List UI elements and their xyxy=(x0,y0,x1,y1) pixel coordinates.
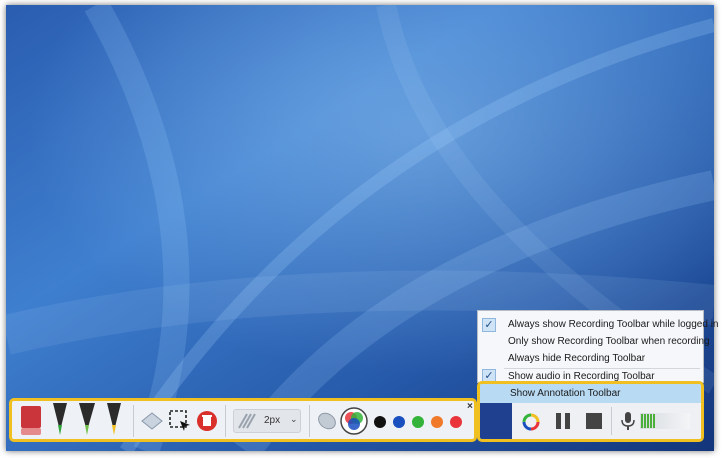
highlighter-yellow-icon[interactable] xyxy=(104,403,124,437)
microphone-icon[interactable] xyxy=(620,411,636,431)
menu-item-always-hide[interactable]: Always hide Recording Toolbar xyxy=(478,351,703,367)
color-orange[interactable] xyxy=(431,416,443,428)
recording-toolbar: Show Annotation Toolbar xyxy=(477,381,704,442)
separator xyxy=(133,405,134,437)
color-blue[interactable] xyxy=(393,416,405,428)
selection-cursor-icon[interactable] xyxy=(168,409,192,433)
stop-icon[interactable] xyxy=(584,411,604,431)
pause-icon[interactable] xyxy=(554,411,572,431)
color-picker-icon[interactable] xyxy=(340,407,368,435)
pointer-icon[interactable] xyxy=(316,410,338,432)
check-icon: ✓ xyxy=(482,318,496,332)
separator xyxy=(611,407,612,435)
chevron-down-icon: ⌄ xyxy=(290,414,298,424)
brush-texture-icon xyxy=(238,413,256,429)
select-eraser-icon[interactable] xyxy=(140,411,164,431)
eraser-icon[interactable] xyxy=(18,405,44,437)
menu-item-label: Only show Recording Toolbar when recordi… xyxy=(508,336,710,347)
annotation-toggle-icon[interactable] xyxy=(520,411,542,433)
separator xyxy=(225,405,226,437)
audio-level-meter xyxy=(640,413,690,429)
pen-green-icon[interactable] xyxy=(50,403,70,437)
close-icon[interactable]: × xyxy=(467,402,473,412)
color-red[interactable] xyxy=(450,416,462,428)
recording-controls xyxy=(480,403,701,439)
menu-item-label: Always show Recording Toolbar while logg… xyxy=(508,319,719,330)
delete-icon[interactable] xyxy=(196,410,218,432)
menu-item-only-show-when-recording[interactable]: Only show Recording Toolbar when recordi… xyxy=(478,334,710,350)
menu-item-show-annotation-toolbar[interactable]: Show Annotation Toolbar xyxy=(480,384,701,404)
recording-toolbar-menu: ✓ Always show Recording Toolbar while lo… xyxy=(477,310,719,383)
color-black[interactable] xyxy=(374,416,386,428)
menu-item-label: Always hide Recording Toolbar xyxy=(508,353,646,364)
color-green[interactable] xyxy=(412,416,424,428)
stroke-size-select[interactable]: 2px ⌄ xyxy=(233,409,301,433)
menu-item-label: Show Annotation Toolbar xyxy=(510,388,621,399)
separator xyxy=(309,405,310,437)
menu-divider xyxy=(504,368,700,369)
menu-item-always-show[interactable]: ✓ Always show Recording Toolbar while lo… xyxy=(478,317,719,333)
stroke-size-value: 2px xyxy=(264,415,281,426)
annotation-toolbar: 2px ⌄ × xyxy=(9,398,477,442)
pen-dark-icon[interactable] xyxy=(76,403,98,437)
recording-preview xyxy=(480,403,512,439)
